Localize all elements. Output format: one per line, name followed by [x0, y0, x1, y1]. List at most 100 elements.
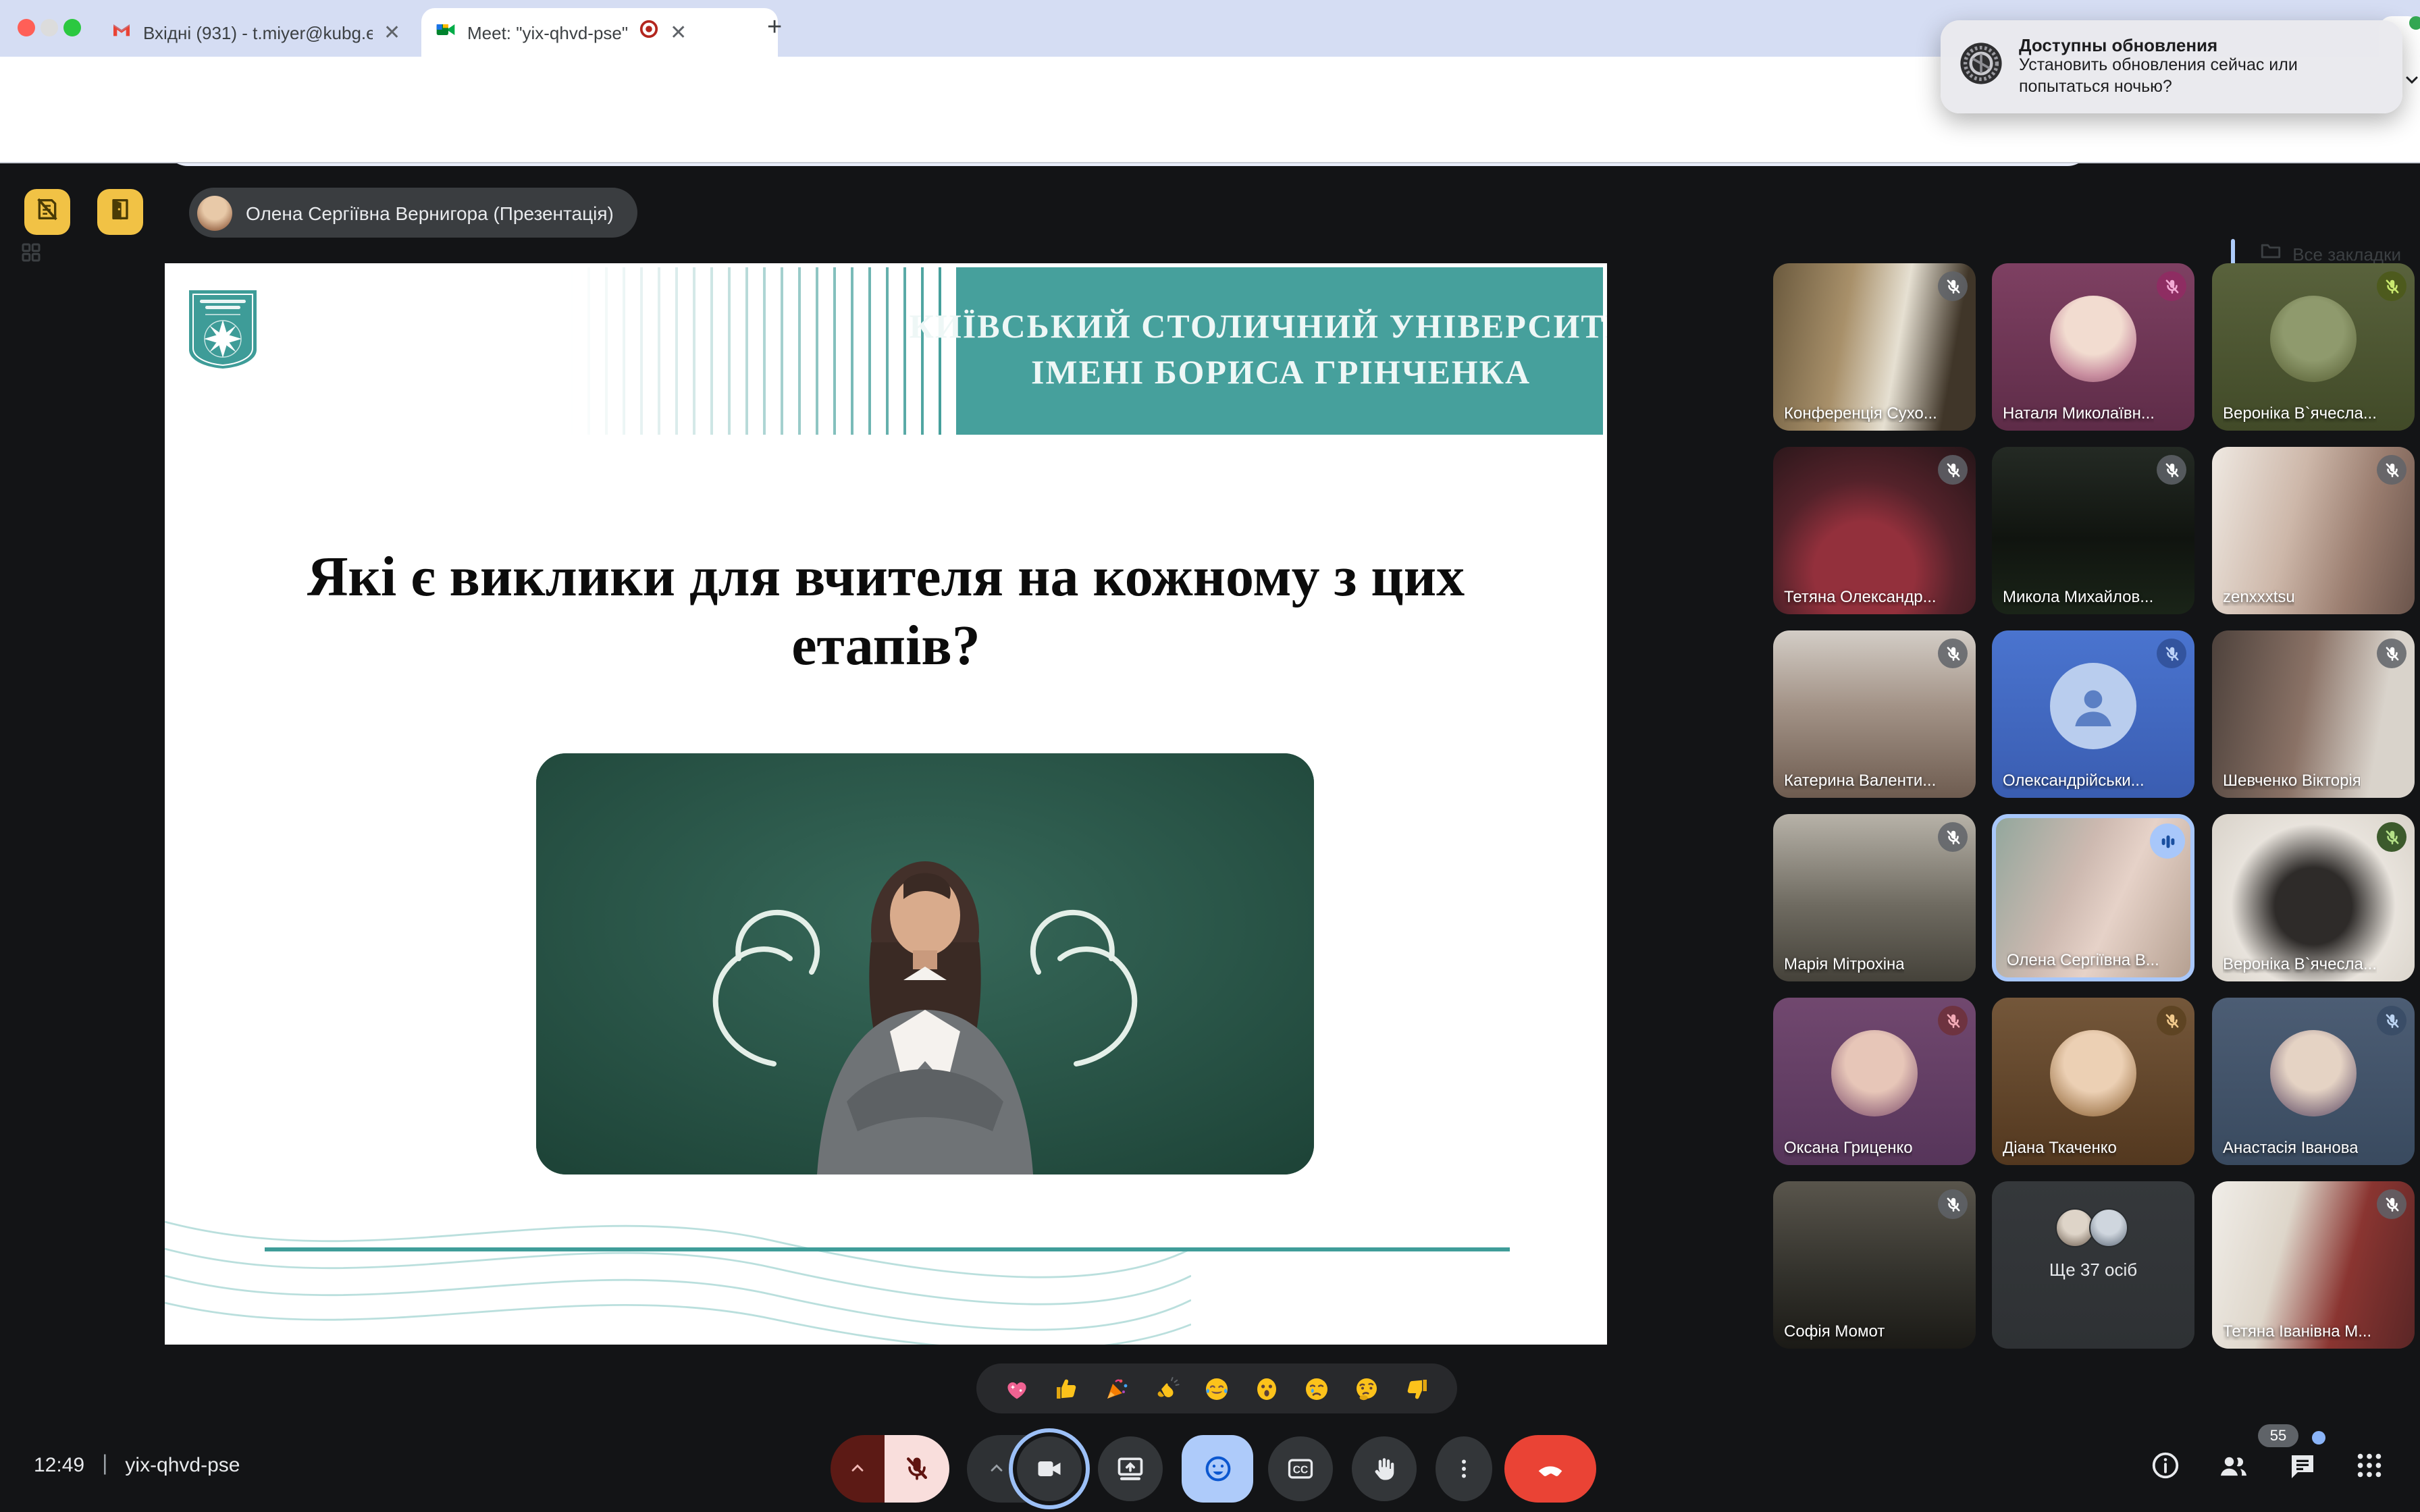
- mic-off-icon: [2377, 271, 2406, 301]
- participant-tile[interactable]: Анастасія Іванова: [2212, 998, 2415, 1165]
- recording-indicator-icon: [639, 19, 659, 46]
- tab-title: Meet: "yix-qhvd-pse": [467, 22, 628, 43]
- participant-tile[interactable]: Шевченко Вікторія: [2212, 630, 2415, 798]
- gmail-icon: [111, 18, 132, 47]
- chevron-down-icon[interactable]: [2404, 70, 2420, 94]
- presenter-name: Олена Сергіївна Вернигора (Презентація): [246, 202, 614, 223]
- avatar: [2050, 1030, 2136, 1116]
- crying-face-reaction-icon[interactable]: [1303, 1375, 1330, 1402]
- mic-off-icon: [2157, 639, 2186, 668]
- people-icon[interactable]: [2216, 1448, 2251, 1490]
- present-screen-button[interactable]: [1098, 1436, 1163, 1501]
- participant-tile[interactable]: Катерина Валенти...: [1773, 630, 1976, 798]
- mic-off-icon: [2157, 1006, 2186, 1035]
- participant-tile[interactable]: Оксана Гриценко: [1773, 998, 1976, 1165]
- participant-tile[interactable]: Тетяна Іванівна М...: [2212, 1181, 2415, 1349]
- participant-tile[interactable]: Вероніка В`ячесла...: [2212, 263, 2415, 431]
- door-open-icon: [107, 195, 134, 229]
- participant-name: Вероніка В`ячесла...: [2223, 954, 2377, 973]
- participant-tile[interactable]: Вероніка В`ячесла...: [2212, 814, 2415, 981]
- presenter-avatar: [197, 195, 232, 230]
- participant-tile[interactable]: Наталя Миколаївн...: [1992, 263, 2194, 431]
- minimize-window-button[interactable]: [41, 19, 58, 36]
- slide-waves-decoration: [165, 1195, 1191, 1345]
- participant-tile[interactable]: Микола Михайлов...: [1992, 447, 2194, 614]
- reactions-button[interactable]: [1182, 1435, 1253, 1503]
- surprised-face-reaction-icon[interactable]: [1253, 1375, 1280, 1402]
- activities-icon[interactable]: [2354, 1450, 2385, 1488]
- system-notification[interactable]: Доступны обновления Установить обновлени…: [1941, 20, 2402, 113]
- thinking-face-reaction-icon[interactable]: [1353, 1375, 1380, 1402]
- participant-tile[interactable]: Софія Момот: [1773, 1181, 1976, 1349]
- close-tab-icon[interactable]: ✕: [384, 22, 400, 43]
- bookmarks-bar: Все закладки: [0, 115, 2420, 163]
- mic-off-icon: [2157, 271, 2186, 301]
- avatar: [2089, 1208, 2128, 1247]
- captions-button[interactable]: CC: [1268, 1436, 1333, 1501]
- mic-off-icon: [1938, 455, 1968, 485]
- sparkling-heart-reaction-icon[interactable]: [1003, 1375, 1030, 1402]
- participant-name: Анастасія Іванова: [2223, 1138, 2359, 1157]
- chat-icon[interactable]: [2286, 1449, 2319, 1488]
- tab-meet[interactable]: Meet: "yix-qhvd-pse" ✕: [421, 8, 778, 57]
- clapping-hands-reaction-icon[interactable]: [1153, 1375, 1180, 1402]
- tab-gmail[interactable]: Вхідні (931) - t.miyer@kubg.e ✕: [97, 8, 446, 57]
- party-popper-reaction-icon[interactable]: [1103, 1375, 1130, 1402]
- university-name-line2: ІМЕНІ БОРИСА ГРІНЧЕНКА: [1031, 355, 1531, 393]
- participants-count-badge: 55: [2258, 1424, 2298, 1447]
- participant-name: Катерина Валенти...: [1784, 771, 1936, 790]
- zoom-window-button[interactable]: [63, 19, 81, 36]
- end-call-button[interactable]: [1504, 1435, 1596, 1503]
- participant-tile[interactable]: Діана Ткаченко: [1992, 998, 2194, 1165]
- tears-of-joy-reaction-icon[interactable]: [1203, 1375, 1230, 1402]
- apps-grid-icon[interactable]: [19, 240, 43, 271]
- participant-name: Вероніка В`ячесла...: [2223, 404, 2377, 423]
- camera-button[interactable]: [1017, 1436, 1082, 1501]
- participant-name: Конференція Сухо...: [1784, 404, 1937, 423]
- participant-tile[interactable]: Олександрійськи...: [1992, 630, 2194, 798]
- participant-name: Микола Михайлов...: [2003, 587, 2153, 606]
- participant-tile[interactable]: Тетяна Олександр...: [1773, 447, 1976, 614]
- overflow-tile[interactable]: Ще 37 осіб: [1992, 1181, 2194, 1349]
- participant-tile[interactable]: zenxxxtsu: [2212, 447, 2415, 614]
- tab-title: Вхідні (931) - t.miyer@kubg.e: [143, 22, 373, 43]
- overflow-count-label: Ще 37 осіб: [1992, 1260, 2194, 1280]
- leave-room-warning-button[interactable]: [97, 189, 143, 235]
- system-settings-gear-icon: [1957, 39, 2005, 94]
- mic-off-icon: [2377, 822, 2406, 852]
- mic-off-icon: [2377, 1006, 2406, 1035]
- effects-warning-button[interactable]: [24, 189, 70, 235]
- participant-tile[interactable]: Конференція Сухо...: [1773, 263, 1976, 431]
- participant-name: Оксана Гриценко: [1784, 1138, 1913, 1157]
- close-tab-icon[interactable]: ✕: [670, 22, 687, 43]
- close-window-button[interactable]: [18, 19, 35, 36]
- slide-stripes-decoration: [570, 267, 959, 435]
- all-bookmarks-label: Все закладки: [2292, 244, 2401, 264]
- participant-name: Тетяна Іванівна М...: [2223, 1322, 2371, 1341]
- mic-off-icon: [2377, 1189, 2406, 1219]
- avatar: [2270, 1030, 2357, 1116]
- participant-name: Шевченко Вікторія: [2223, 771, 2361, 790]
- mic-off-button[interactable]: [885, 1435, 949, 1503]
- mic-off-icon: [1938, 822, 1968, 852]
- presence-dot: [2409, 16, 2420, 30]
- avatar: [2270, 296, 2357, 382]
- thumbs-up-reaction-icon[interactable]: [1053, 1375, 1080, 1402]
- raise-hand-button[interactable]: [1352, 1436, 1417, 1501]
- participant-tile[interactable]: Олена Сергіївна В...: [1992, 814, 2194, 981]
- slide-divider-line: [265, 1247, 1510, 1251]
- participant-tile[interactable]: Марія Мітрохіна: [1773, 814, 1976, 981]
- info-icon[interactable]: [2150, 1450, 2181, 1488]
- screen: Вхідні (931) - t.miyer@kubg.e ✕ Meet: "y…: [0, 0, 2420, 1512]
- avatar: [1831, 1030, 1918, 1116]
- reactions-bar: [976, 1364, 1457, 1413]
- more-options-button[interactable]: [1436, 1436, 1492, 1501]
- presenter-pill[interactable]: Олена Сергіївна Вернигора (Презентація): [189, 188, 638, 238]
- mic-off-icon: [1938, 271, 1968, 301]
- participant-name: Наталя Миколаївн...: [2003, 404, 2155, 423]
- new-tab-button[interactable]: +: [767, 14, 782, 43]
- mic-off-icon: [1938, 1006, 1968, 1035]
- mic-options-chevron[interactable]: [831, 1435, 885, 1503]
- thumbs-down-reaction-icon[interactable]: [1403, 1375, 1430, 1402]
- notification-body-line2: попытаться ночью?: [2019, 77, 2298, 98]
